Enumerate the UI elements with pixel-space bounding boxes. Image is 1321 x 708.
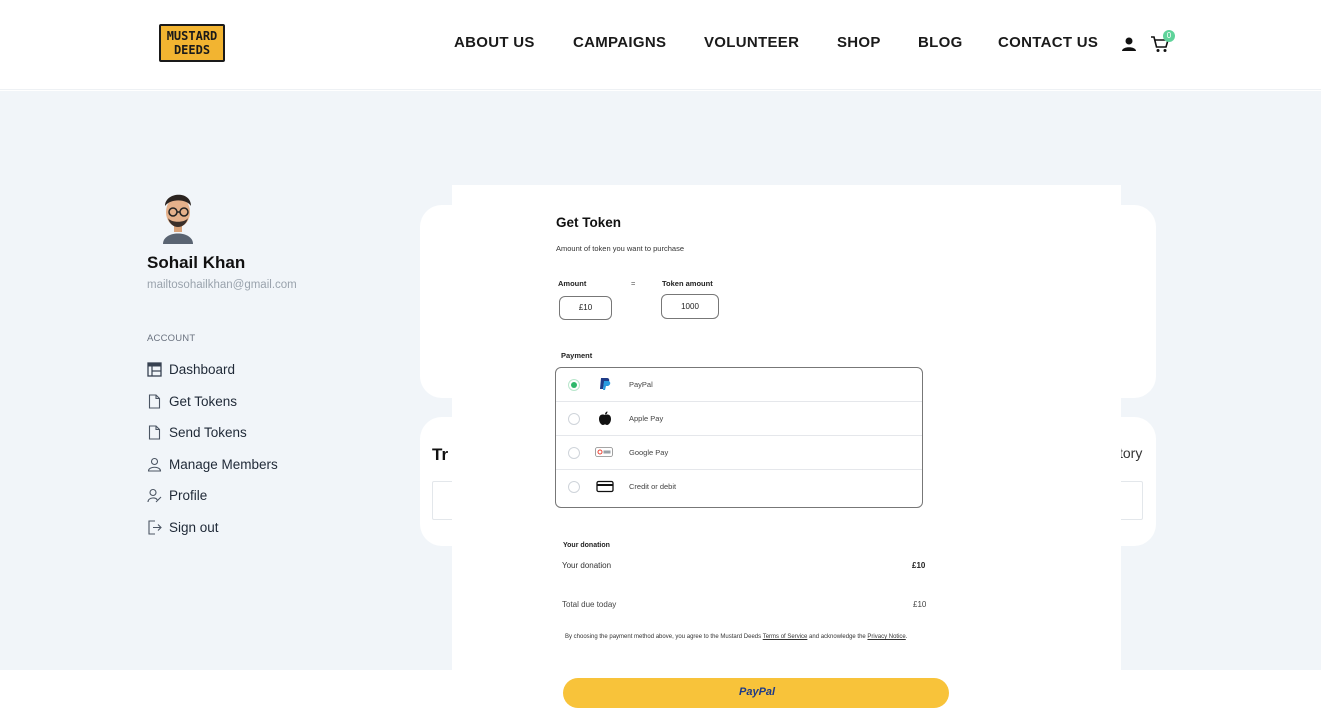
legal-text-prefix: By choosing the payment method above, yo… (565, 634, 763, 640)
nav-contact-us[interactable]: CONTACT US (998, 34, 1098, 51)
user-icon[interactable] (1121, 36, 1137, 52)
token-amount-label: Token amount (662, 279, 713, 288)
radio-button[interactable] (568, 413, 580, 425)
total-due-value: £10 (913, 600, 927, 609)
payment-option-label: Apple Pay (629, 414, 664, 423)
account-section-label: ACCOUNT (147, 333, 196, 344)
payment-option-paypal[interactable]: PayPal (556, 368, 922, 402)
google-pay-icon (595, 447, 613, 457)
paypal-icon (600, 378, 611, 390)
donation-label: Your donation (562, 561, 612, 570)
document-icon (148, 424, 161, 440)
sidebar-item-manage-members[interactable]: Manage Members (147, 455, 278, 473)
nav-about-us[interactable]: ABOUT US (454, 34, 535, 51)
logo-line-1: MUSTARD (166, 29, 218, 43)
donation-heading: Your donation (563, 542, 610, 549)
profile-name: Sohail Khan (147, 253, 246, 272)
sidebar-item-dashboard[interactable]: Dashboard (147, 360, 235, 378)
donation-value: £10 (912, 561, 926, 570)
equals-sign: = (631, 279, 636, 288)
legal-text-suffix: . (905, 634, 908, 640)
sidebar-item-label: Profile (169, 487, 208, 503)
history-link[interactable]: tory (1119, 445, 1142, 461)
total-due-label: Total due today (562, 600, 617, 609)
payment-method-list: PayPal Apple Pay Google Pay Credit or de… (555, 367, 923, 508)
legal-text-middle: and acknowledge the (807, 634, 868, 640)
payment-option-google-pay[interactable]: Google Pay (556, 436, 922, 470)
transactions-heading: Tr (432, 445, 449, 464)
sidebar-item-label: Sign out (169, 519, 219, 535)
profile-email: mailtosohailkhan@gmail.com (147, 279, 297, 291)
payment-option-label: PayPal (629, 380, 653, 389)
paypal-button-label: PayPal (739, 686, 776, 698)
nav-blog[interactable]: BLOG (918, 34, 963, 51)
privacy-notice-link[interactable]: Privacy Notice (867, 634, 905, 640)
amount-input[interactable]: £10 (559, 296, 612, 320)
sidebar-item-label: Manage Members (169, 456, 278, 472)
avatar (163, 194, 193, 244)
modal-subtitle: Amount of token you want to purchase (556, 244, 684, 253)
radio-button[interactable] (568, 447, 580, 459)
terms-of-service-link[interactable]: Terms of Service (763, 634, 808, 640)
token-amount-field[interactable]: 1000 (661, 294, 719, 319)
modal-title: Get Token (556, 215, 622, 230)
payment-option-label: Google Pay (629, 448, 669, 457)
apple-icon (599, 411, 611, 425)
payment-label: Payment (561, 351, 593, 360)
payment-option-label: Credit or debit (629, 482, 677, 491)
dashboard-icon (147, 361, 162, 377)
payment-option-apple-pay[interactable]: Apple Pay (556, 402, 922, 436)
cart-count-badge: 0 (1163, 30, 1175, 42)
sign-out-icon (148, 519, 162, 535)
sidebar-item-send-tokens[interactable]: Send Tokens (147, 423, 247, 441)
credit-card-icon (596, 480, 614, 493)
sidebar-item-label: Get Tokens (169, 393, 238, 409)
radio-button[interactable] (568, 481, 580, 493)
legal-notice: By choosing the payment method above, yo… (565, 633, 935, 642)
nav-volunteer[interactable]: VOLUNTEER (704, 34, 799, 51)
sidebar-item-get-tokens[interactable]: Get Tokens (147, 392, 237, 410)
sidebar-item-profile[interactable]: Profile (147, 486, 207, 504)
logo-line-2: DEEDS (173, 43, 211, 57)
radio-button[interactable] (568, 379, 580, 391)
user-edit-icon (147, 488, 162, 502)
paypal-checkout-button[interactable]: PayPal (563, 678, 949, 708)
sidebar-item-label: Send Tokens (169, 424, 247, 440)
amount-label: Amount (558, 279, 587, 288)
nav-shop[interactable]: SHOP (837, 34, 881, 51)
site-header: MUSTARD DEEDS ABOUT US CAMPAIGNS VOLUNTE… (0, 0, 1321, 90)
document-icon (148, 393, 161, 409)
nav-campaigns[interactable]: CAMPAIGNS (573, 34, 666, 51)
sidebar-item-sign-out[interactable]: Sign out (147, 518, 219, 536)
person-icon (147, 457, 162, 472)
brand-logo[interactable]: MUSTARD DEEDS (159, 24, 225, 62)
sidebar-item-label: Dashboard (169, 361, 236, 377)
payment-option-card[interactable]: Credit or debit (556, 470, 922, 504)
